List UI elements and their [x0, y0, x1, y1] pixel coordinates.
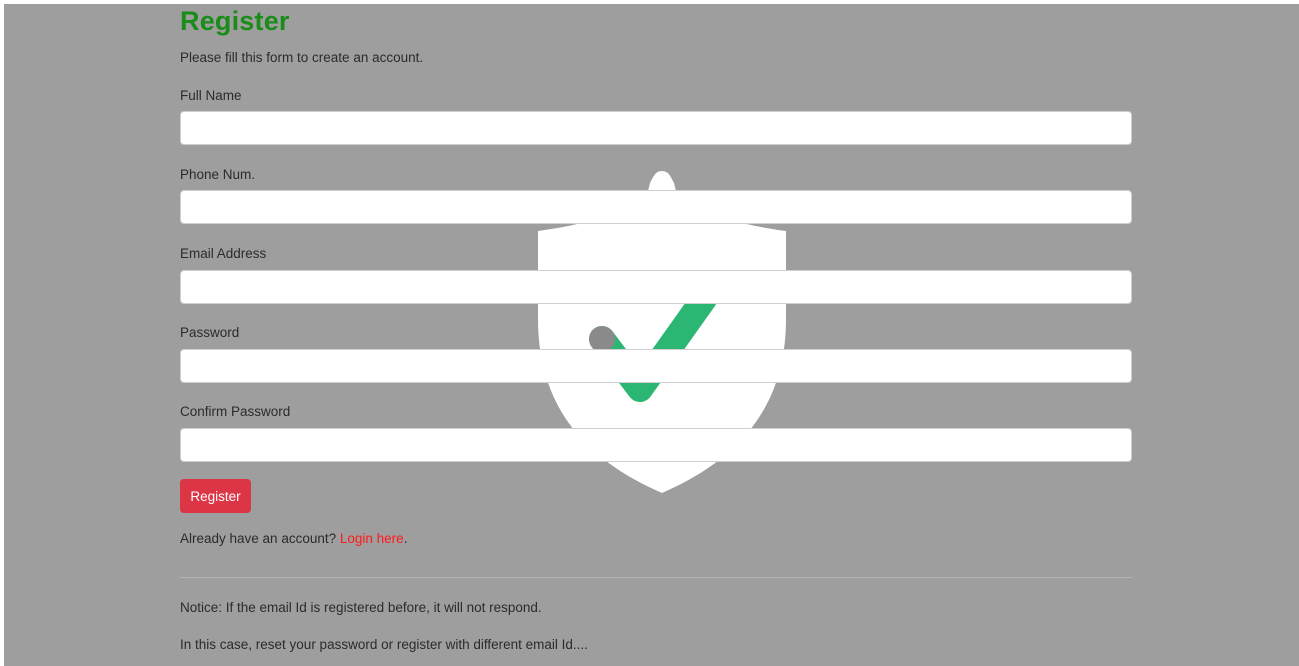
page-title: Register	[180, 6, 290, 36]
email-field[interactable]	[180, 270, 1132, 304]
login-link[interactable]: Login here	[340, 531, 404, 546]
form-subtitle: Please fill this form to create an accou…	[180, 50, 424, 65]
register-button[interactable]: Register	[180, 479, 251, 513]
notice-text: Notice: If the email Id is registered be…	[180, 600, 542, 615]
password-label: Password	[180, 325, 240, 340]
phone-field[interactable]	[180, 190, 1132, 224]
divider	[180, 577, 1132, 578]
notice-hint-text: In this case, reset your password or reg…	[180, 637, 588, 652]
register-page: Register Please fill this form to create…	[4, 4, 1299, 666]
confirm-password-field[interactable]	[180, 428, 1132, 462]
email-label: Email Address	[180, 246, 267, 261]
login-prompt-line: Already have an account? Login here.	[180, 531, 407, 546]
full-name-field[interactable]	[180, 111, 1132, 145]
confirm-password-label: Confirm Password	[180, 404, 291, 419]
login-suffix: .	[403, 531, 408, 546]
password-field[interactable]	[180, 349, 1132, 383]
phone-label: Phone Num.	[180, 167, 256, 182]
full-name-label: Full Name	[180, 88, 242, 103]
login-prompt-text: Already have an account?	[180, 531, 337, 546]
